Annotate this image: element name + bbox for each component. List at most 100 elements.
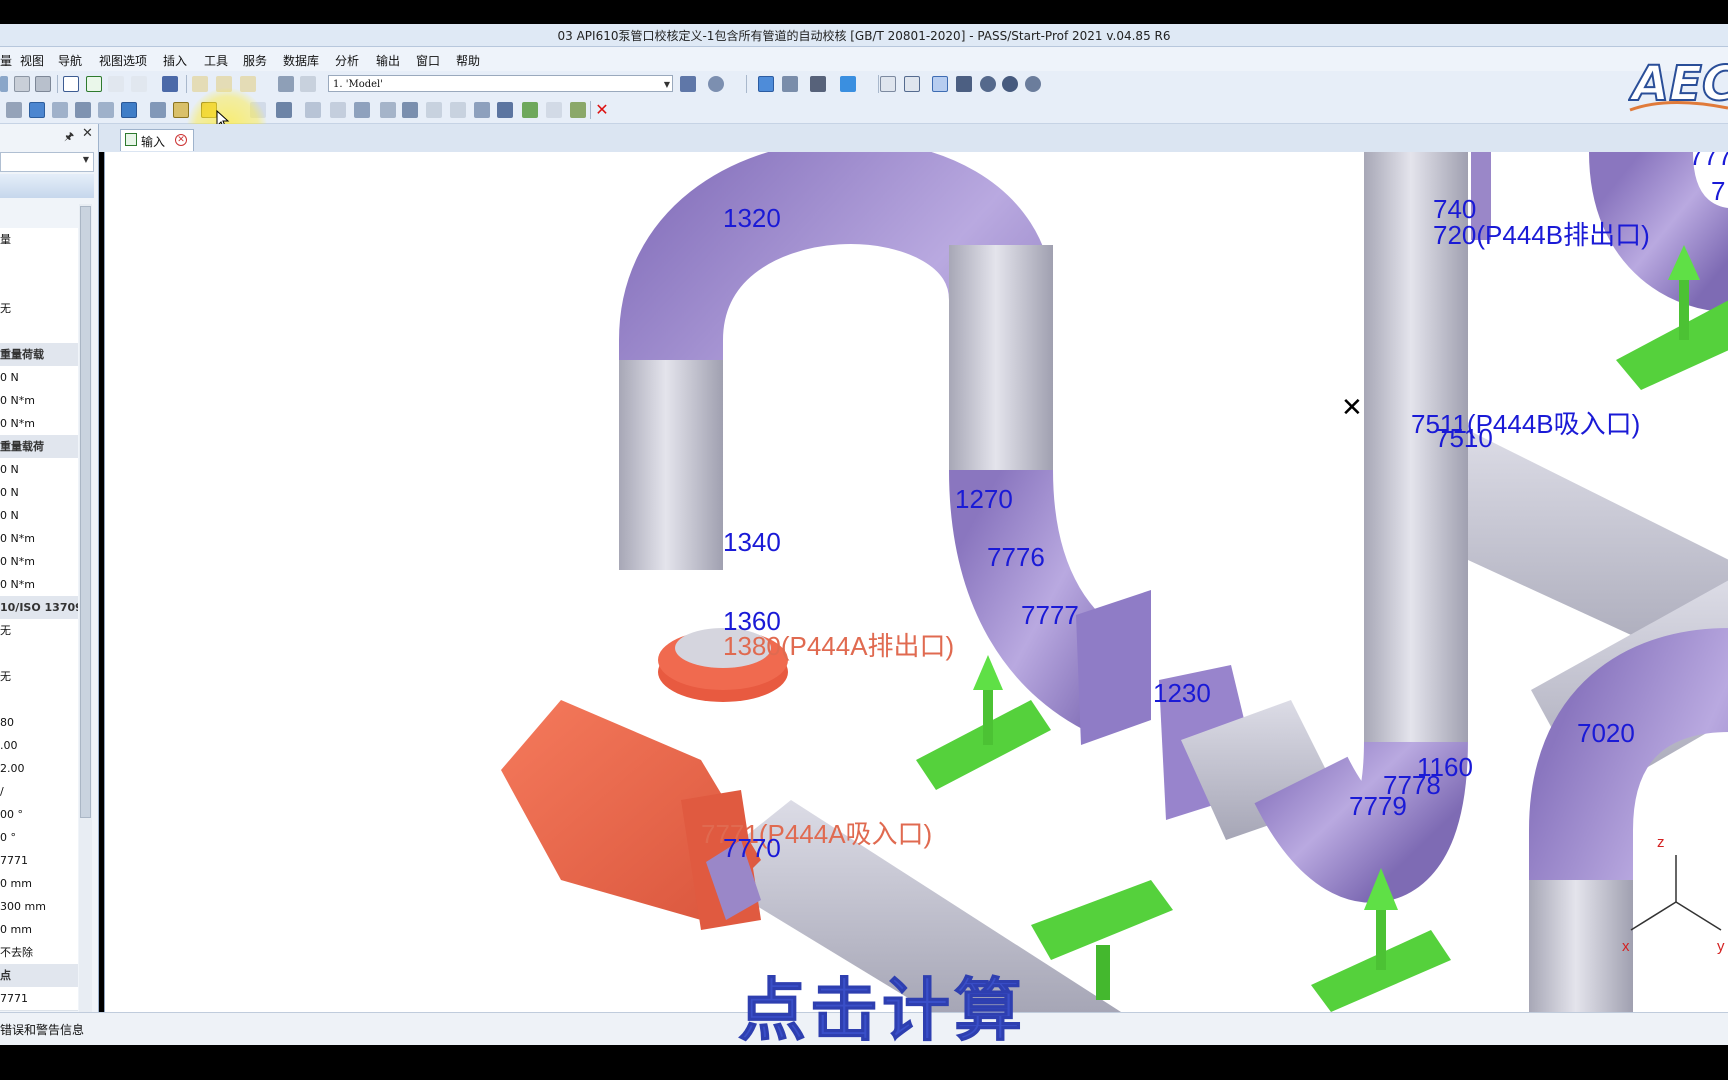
properties-scrollbar[interactable] [79, 204, 92, 1016]
rotate-icon[interactable] [1002, 76, 1018, 92]
menu-item-output[interactable]: 输出 [376, 52, 400, 69]
node-label-7779[interactable]: 7779 [1349, 791, 1407, 821]
property-row[interactable]: 2.00 [0, 757, 78, 781]
property-row[interactable]: 80 [0, 711, 78, 735]
node-label-1340[interactable]: 1340 [723, 527, 781, 557]
menu-item-view[interactable]: 视图 [20, 52, 44, 69]
menu-item-service[interactable]: 服务 [243, 52, 267, 69]
element-type-selector[interactable]: ▼ [0, 152, 94, 172]
property-row[interactable]: 0 N [0, 504, 78, 528]
model-selector[interactable]: 1. 'Model' ▼ [328, 75, 673, 92]
mirror-icon[interactable] [450, 102, 466, 118]
property-row[interactable]: .00 [0, 734, 78, 758]
menu-item-database[interactable]: 数据库 [283, 52, 319, 69]
property-row[interactable]: 量 [0, 228, 78, 252]
property-row[interactable]: 不去除 [0, 941, 78, 965]
model-3d-viewport[interactable]: ✕ 1320 1340 1360 1380(P444A排出口) 1270 777… [104, 152, 1728, 1012]
reducer-icon[interactable] [98, 102, 114, 118]
property-row[interactable]: 0 N*m [0, 573, 78, 597]
support-pad-4[interactable] [1616, 300, 1728, 390]
property-row[interactable]: 0 ° [0, 826, 78, 850]
view-settings-icon[interactable] [708, 76, 724, 92]
node-label-720[interactable]: 720(P444B排出口) [1433, 220, 1650, 250]
expansion-joint-icon[interactable] [402, 102, 418, 118]
support-icon[interactable] [121, 102, 137, 118]
anchor-icon[interactable] [330, 102, 346, 118]
insert-node-icon[interactable] [522, 102, 538, 118]
property-row[interactable]: 300 mm [0, 895, 78, 919]
menu-item-insert[interactable]: 插入 [163, 52, 187, 69]
copy-view-icon[interactable] [108, 76, 124, 92]
pipe-segment-1270[interactable] [949, 245, 1053, 470]
spring-icon[interactable] [305, 102, 321, 118]
menu-item-navigate[interactable]: 导航 [58, 52, 82, 69]
property-row[interactable] [0, 320, 78, 344]
node-label-777[interactable]: 777 [1689, 152, 1728, 171]
snubber-icon[interactable] [380, 102, 396, 118]
menu-item-analysis[interactable]: 分析 [335, 52, 359, 69]
cut-icon[interactable] [192, 76, 208, 92]
node-label-7770[interactable]: 7770 [723, 833, 781, 863]
property-row[interactable]: 0 N*m [0, 412, 78, 436]
split-icon[interactable] [546, 102, 562, 118]
property-row[interactable]: 0 N [0, 458, 78, 482]
node-label-7[interactable]: 7 [1711, 176, 1725, 206]
hanger-icon[interactable] [276, 102, 292, 118]
select-pointer-icon[interactable] [932, 76, 948, 92]
zoom-icon[interactable] [980, 76, 996, 92]
vertical-pipe-7020[interactable] [1529, 880, 1633, 1012]
flange-7777[interactable] [1076, 590, 1151, 745]
spring-support-2[interactable] [1096, 945, 1110, 1000]
pan-icon[interactable] [956, 76, 972, 92]
undo-icon[interactable] [278, 76, 294, 92]
property-row[interactable]: 无 [0, 619, 78, 643]
menu-item-edit[interactable]: 量 [0, 52, 12, 69]
redo-icon[interactable] [300, 76, 316, 92]
property-row[interactable]: 0 N*m [0, 550, 78, 574]
document-icon[interactable] [63, 76, 79, 92]
find-icon[interactable] [810, 76, 826, 92]
zoom-extents-icon[interactable] [904, 76, 920, 92]
bend-icon[interactable] [52, 102, 68, 118]
pipe-segment-1340[interactable] [619, 360, 723, 570]
property-row[interactable]: 7771 [0, 849, 78, 873]
print-icon[interactable] [35, 76, 51, 92]
property-row[interactable] [0, 642, 78, 666]
node-label-7510[interactable]: 7510 [1435, 423, 1493, 453]
valve-icon[interactable] [173, 102, 189, 118]
node-label-1320[interactable]: 1320 [723, 203, 781, 233]
node-label-7777[interactable]: 7777 [1021, 600, 1079, 630]
new-file-icon[interactable] [0, 76, 8, 92]
property-row[interactable]: 0 N [0, 481, 78, 505]
paste-icon[interactable] [240, 76, 256, 92]
angle-icon[interactable] [497, 102, 513, 118]
pin-icon[interactable]: 🖈 [64, 128, 74, 147]
close-tab-icon[interactable]: ✕ [175, 134, 187, 146]
node-label-1270[interactable]: 1270 [955, 484, 1013, 514]
orbit-icon[interactable] [1025, 76, 1041, 92]
copy-element-icon[interactable] [474, 102, 490, 118]
menu-item-help[interactable]: 帮助 [456, 52, 480, 69]
property-row[interactable]: 7771 [0, 987, 78, 1011]
layout-icon[interactable] [758, 76, 774, 92]
node-label-7020[interactable]: 7020 [1577, 718, 1635, 748]
property-row[interactable] [0, 251, 78, 275]
property-row[interactable] [0, 274, 78, 298]
property-row[interactable]: 0 N*m [0, 527, 78, 551]
print-preview-icon[interactable] [14, 76, 30, 92]
tee-icon[interactable] [75, 102, 91, 118]
guide-icon[interactable] [354, 102, 370, 118]
property-row[interactable]: 0 mm [0, 918, 78, 942]
node-icon[interactable] [6, 102, 22, 118]
errors-warnings-tab[interactable]: 错误和警告信息 [0, 1021, 84, 1038]
property-row[interactable]: 0 N [0, 366, 78, 390]
zoom-window-icon[interactable] [880, 76, 896, 92]
calculator-icon[interactable] [162, 76, 178, 92]
align-icon[interactable] [782, 76, 798, 92]
property-row[interactable]: 0 N*m [0, 389, 78, 413]
input-view-icon[interactable] [86, 76, 102, 92]
property-row[interactable]: / [0, 780, 78, 804]
close-panel-icon[interactable]: ✕ [82, 126, 93, 141]
property-row[interactable]: 无 [0, 665, 78, 689]
property-row[interactable] [0, 688, 78, 712]
